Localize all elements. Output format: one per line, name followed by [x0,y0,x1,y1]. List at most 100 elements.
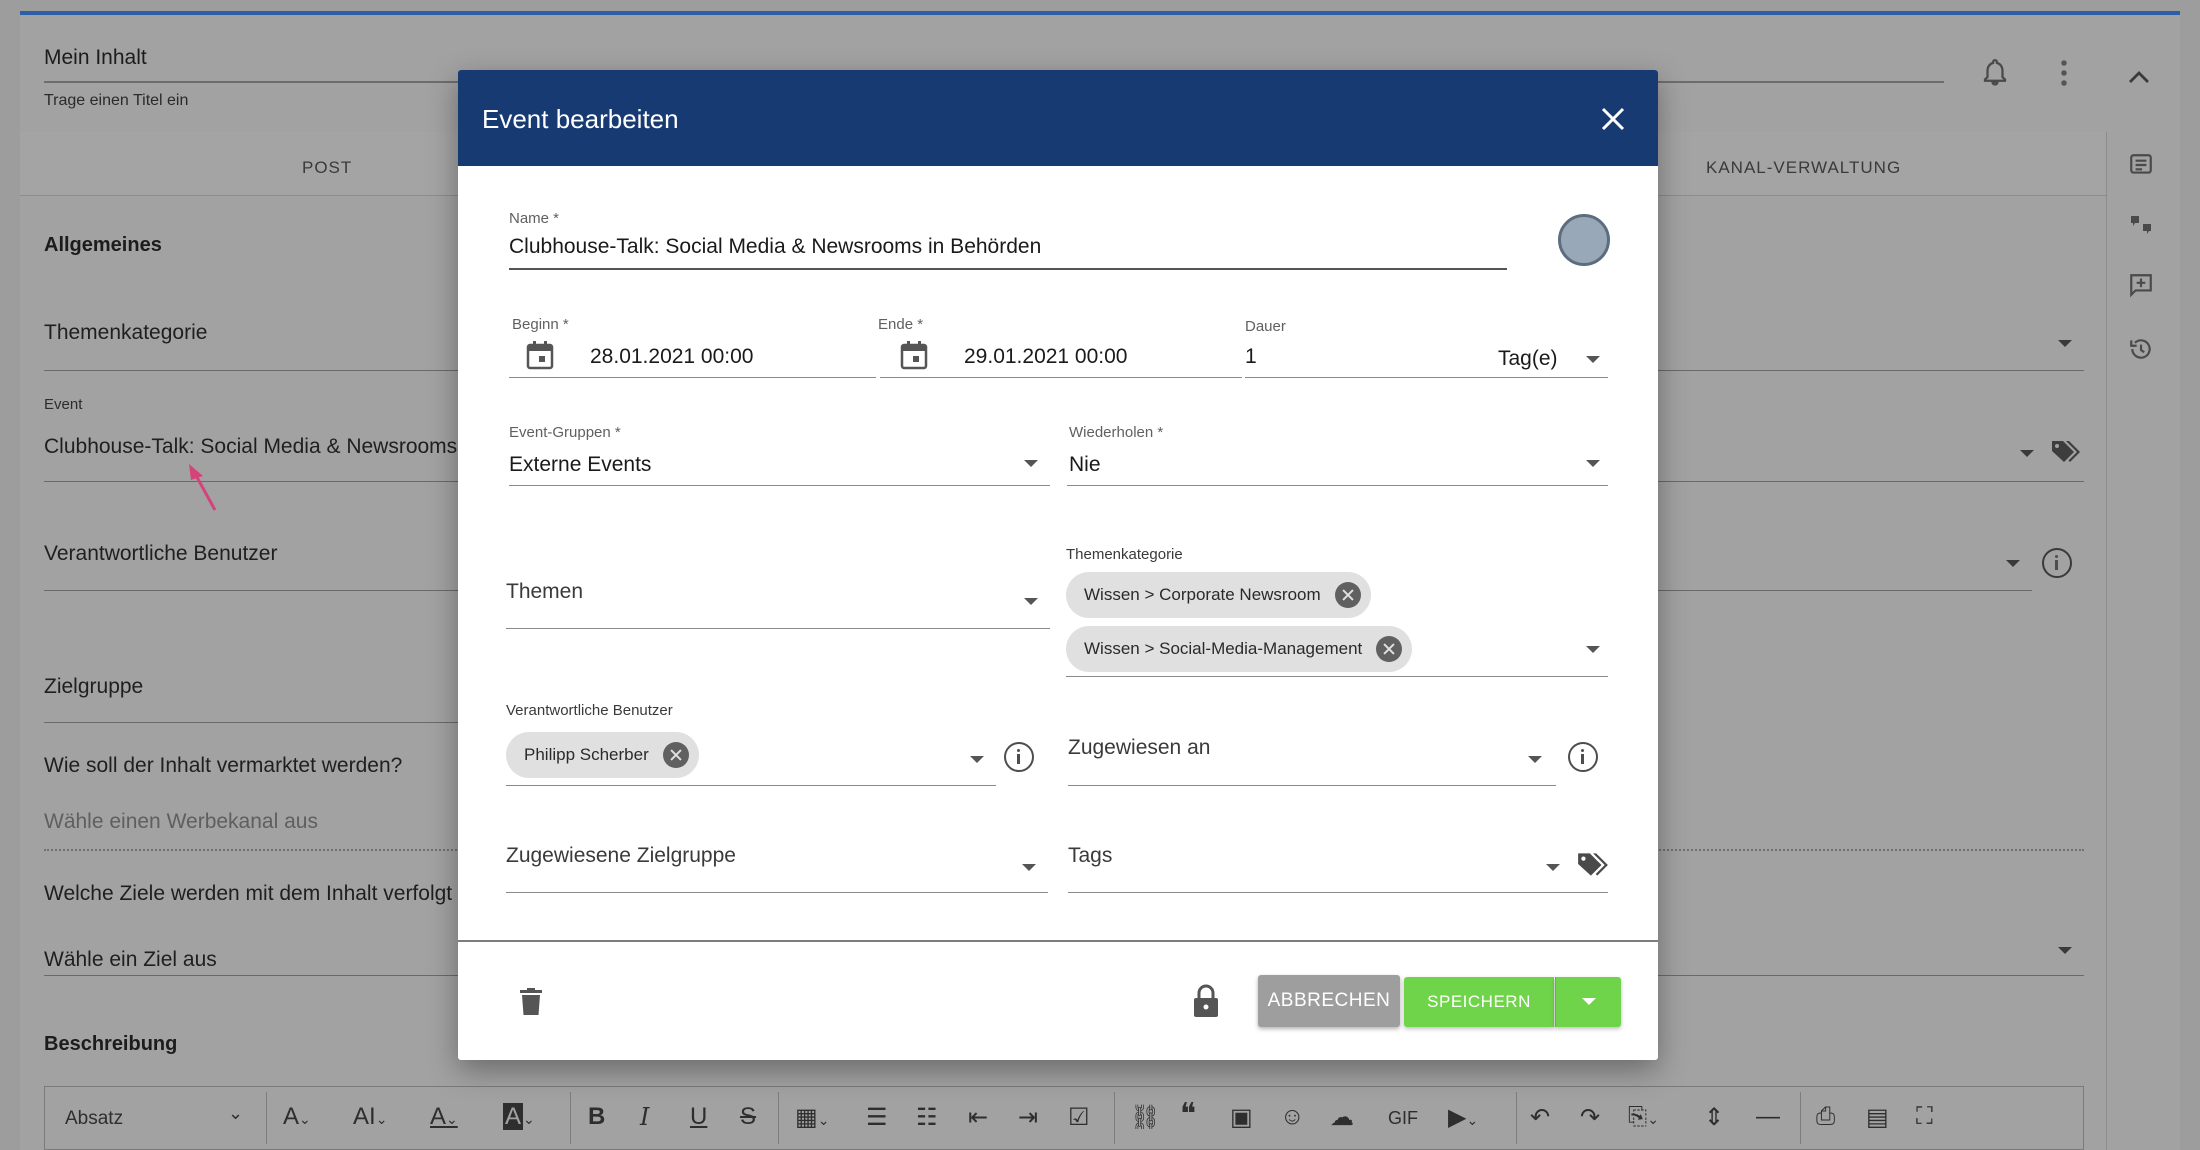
notes-icon[interactable] [2128,152,2154,185]
duration-unit-select[interactable]: Tag(e) [1498,347,1558,371]
assigned-to-caret[interactable] [1528,756,1542,763]
video-icon[interactable]: ▶⌄ [1448,1103,1478,1132]
redo-icon[interactable]: ↷ [1580,1103,1600,1132]
bold-icon[interactable]: B [588,1103,605,1131]
bell-icon[interactable] [1980,56,2010,95]
history-icon[interactable] [2128,336,2154,369]
verantwortliche-benutzer-field[interactable]: Verantwortliche Benutzer [44,542,277,566]
cancel-button[interactable]: ABBRECHEN [1258,975,1400,1027]
zielgruppe-underline [44,722,464,723]
delete-trash-icon[interactable] [520,988,542,1016]
user-chip: Philipp Scherber [506,732,699,778]
tags-icon[interactable] [1576,850,1610,880]
themenkategorie-field[interactable]: Themenkategorie [44,321,207,345]
undo-icon[interactable]: ↶ [1530,1103,1550,1132]
remove-chip-icon[interactable] [1334,582,1361,608]
link-icon[interactable]: ⛓ [1130,1103,1160,1132]
ziel-select[interactable]: Wähle ein Ziel aus [44,948,217,972]
event-dropdown-caret[interactable] [2020,450,2034,457]
page-break-icon[interactable]: ⇕ [1704,1103,1724,1132]
repeat-select[interactable]: Nie [1069,453,1101,477]
gif-button[interactable]: GIF [1388,1108,1418,1129]
start-label: Beginn * [512,316,569,333]
text-color-icon[interactable]: A⌄ [430,1103,458,1131]
assigned-target-group-caret[interactable] [1022,864,1036,871]
emoji-icon[interactable]: ☺ [1280,1103,1305,1131]
name-label: Name * [509,210,560,227]
table-icon[interactable]: ▦⌄ [795,1103,829,1132]
start-datetime-input[interactable]: 28.01.2021 00:00 [590,345,754,369]
calendar-icon[interactable] [900,340,928,370]
duration-input[interactable]: 1 [1245,345,1257,369]
remove-chip-icon[interactable] [662,742,689,768]
info-icon[interactable] [1004,742,1034,772]
numbered-list-icon[interactable]: ☷ [916,1103,938,1132]
save-button[interactable]: SPEICHERN [1404,977,1554,1027]
responsible-users-caret[interactable] [970,756,984,763]
horizontal-rule-icon[interactable]: — [1756,1103,1780,1131]
tags-icon[interactable] [2050,438,2082,473]
assigned-to-select[interactable]: Zugewiesen an [1068,736,1210,760]
themes-caret[interactable] [1024,598,1038,605]
end-label: Ende * [878,316,924,333]
document-icon[interactable]: ▤ [1866,1103,1889,1132]
themes-select[interactable]: Themen [506,580,583,604]
toolbar-separator [266,1092,267,1144]
theme-category-chip: Wissen > Corporate Newsroom [1066,572,1371,618]
dialog-footer-divider [458,940,1658,942]
underline-icon[interactable]: U [690,1103,707,1131]
italic-icon[interactable]: I [640,1103,649,1131]
info-icon[interactable] [1568,742,1598,772]
chevron-up-icon[interactable] [2128,60,2150,92]
calendar-icon[interactable] [526,340,554,370]
font-size-icon[interactable]: AI⌄ [353,1103,387,1131]
fullscreen-icon[interactable]: ⛶ [1916,1103,1933,1131]
remove-chip-icon[interactable] [1376,636,1403,662]
toolbar-separator [1800,1092,1801,1144]
themenkategorie-dropdown-caret[interactable] [2058,340,2072,347]
event-field-label: Event [44,396,83,413]
highlight-color-icon[interactable]: A ⌄ [503,1103,535,1131]
pdf-export-icon[interactable]: ⎙ [1816,1103,1835,1131]
bullet-list-icon[interactable]: ☰ [866,1103,888,1132]
info-icon[interactable] [2042,548,2072,578]
theme-category-label: Themenkategorie [1066,546,1183,563]
more-vert-icon[interactable] [2056,58,2072,95]
werbekanal-select[interactable]: Wähle einen Werbekanal aus [44,810,318,834]
paragraph-format-select[interactable]: Absatz [65,1108,123,1130]
lock-icon[interactable] [1193,984,1219,1018]
name-input[interactable]: Clubhouse-Talk: Social Media & Newsrooms… [509,235,1041,259]
duration-unit-caret[interactable] [1586,356,1600,363]
strikethrough-icon[interactable]: S [740,1103,756,1131]
beschreibung-heading: Beschreibung [44,1033,178,1055]
font-family-icon[interactable]: A⌄ [283,1103,311,1131]
tags-caret[interactable] [1546,864,1560,871]
assigned-target-group-select[interactable]: Zugewiesene Zielgruppe [506,844,736,868]
add-comment-icon[interactable] [2128,272,2154,305]
close-icon[interactable] [1600,106,1626,132]
outdent-icon[interactable]: ⇤ [968,1103,988,1132]
save-options-dropdown-button[interactable] [1555,977,1621,1027]
content-title[interactable]: Mein Inhalt [44,46,147,70]
thumbs-icon[interactable] [2128,212,2156,245]
checklist-icon[interactable]: ☑ [1068,1103,1090,1132]
template-icon[interactable]: ⎘⌄ [1628,1103,1659,1131]
verantwortliche-benutzer-caret[interactable] [2006,560,2020,567]
tab-kanal-verwaltung[interactable]: KANAL-VERWALTUNG [1706,158,1901,178]
image-icon[interactable]: ▣ [1230,1103,1253,1132]
upload-cloud-icon[interactable]: ☁ [1330,1103,1354,1132]
repeat-caret[interactable] [1586,460,1600,467]
paragraph-chevron-icon[interactable]: ⌄ [228,1103,243,1124]
indent-icon[interactable]: ⇥ [1018,1103,1038,1132]
ziel-dropdown-caret[interactable] [2058,947,2072,954]
theme-category-caret[interactable] [1586,646,1600,653]
event-field-value[interactable]: Clubhouse-Talk: Social Media & Newsrooms [44,435,457,459]
event-color-picker[interactable] [1558,214,1610,266]
event-groups-caret[interactable] [1024,460,1038,467]
tags-select[interactable]: Tags [1068,844,1112,868]
event-groups-select[interactable]: Externe Events [509,453,651,477]
quote-icon[interactable]: ❝ [1180,1097,1196,1132]
tab-post[interactable]: POST [302,158,352,178]
zielgruppe-field[interactable]: Zielgruppe [44,675,143,699]
end-datetime-input[interactable]: 29.01.2021 00:00 [964,345,1128,369]
